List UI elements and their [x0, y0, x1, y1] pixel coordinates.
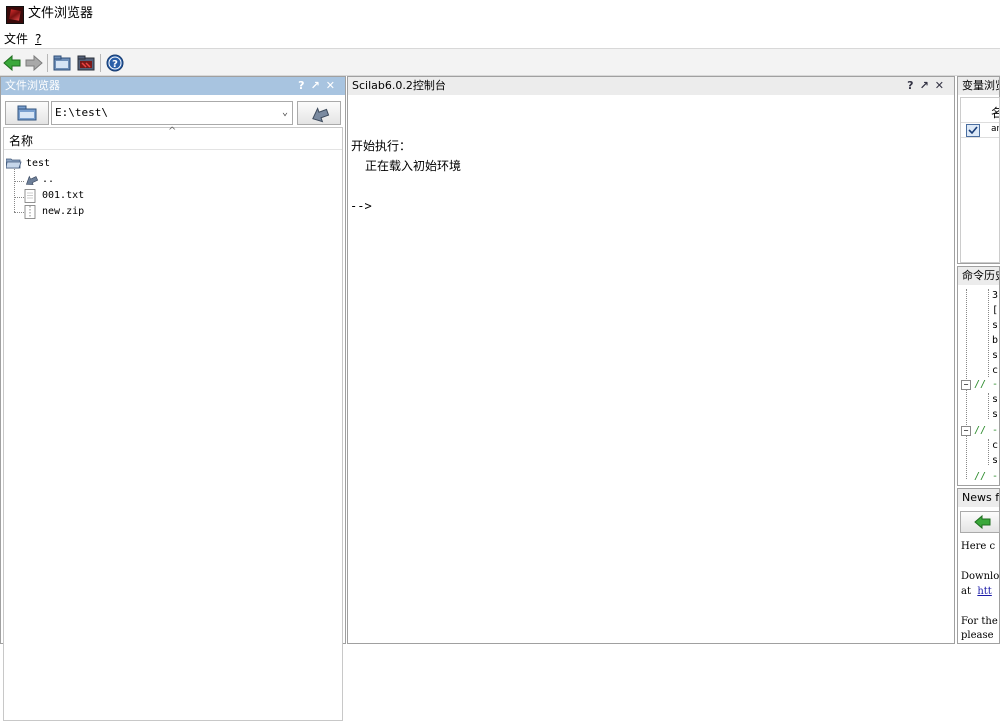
news-line: Here c [961, 541, 996, 552]
file-browser-header: 文件浏览器 ?↗✕ [1, 77, 345, 95]
panel-controls: ?↗✕ [907, 77, 950, 95]
file-browser-icon[interactable] [52, 53, 72, 73]
console-prompt: --> [350, 199, 372, 213]
undock-icon[interactable]: ↗ [311, 79, 326, 92]
news-content: Here c Downlo at htt For the please [958, 535, 999, 643]
close-icon[interactable]: ✕ [326, 79, 341, 92]
variable-browser-title: 变量浏览 [962, 79, 999, 92]
scilab-app-icon [6, 6, 24, 24]
collapse-icon[interactable]: − [961, 380, 971, 390]
variable-browser-header: 变量浏览 [958, 77, 999, 95]
close-icon[interactable]: ✕ [935, 79, 950, 92]
help-icon[interactable]: ? [298, 79, 310, 92]
console-title: Scilab6.0.2控制台 [352, 79, 446, 92]
news-back-button[interactable] [960, 511, 1000, 533]
file-list[interactable]: 名称 ^ test .. 001.txt new.zip [3, 126, 343, 721]
tree-item-label: 001.txt [42, 190, 85, 201]
zip-file-icon [24, 205, 36, 219]
tree-connector [988, 289, 989, 377]
toolbar-separator [100, 54, 101, 72]
tree-connector [14, 197, 24, 198]
forward-icon[interactable] [24, 53, 44, 73]
tree-connector [14, 212, 24, 213]
tree-connector [988, 393, 989, 419]
history-tree[interactable]: 3 [ s b s c − // - s s − // - c s // - [958, 287, 999, 485]
menu-bar: 文件 ? [0, 30, 1000, 48]
table-row[interactable]: an [961, 122, 999, 138]
history-entry[interactable]: s [992, 349, 998, 363]
command-history-title: 命令历史 [962, 269, 999, 282]
parent-folder-button[interactable] [297, 101, 341, 125]
console-icon[interactable] [76, 53, 96, 73]
parent-dir-icon [25, 175, 39, 185]
toolbar: ? [0, 48, 1000, 76]
history-session[interactable]: // - [974, 470, 998, 484]
collapse-icon[interactable]: − [961, 426, 971, 436]
news-line: For the [961, 616, 998, 627]
history-entry[interactable]: c [992, 364, 998, 378]
news-link[interactable]: htt [977, 586, 991, 597]
path-value: E:\test\ [55, 106, 108, 119]
console-line: 正在载入初始环境 [365, 159, 462, 173]
file-browser-panel: 文件浏览器 ?↗✕ E:\test\ ⌄ 名称 ^ test .. 001.tx… [0, 76, 346, 721]
menu-file[interactable]: 文件 [4, 31, 28, 47]
title-bar: 文件浏览器 [0, 0, 1000, 30]
text-file-icon [24, 189, 36, 203]
help-icon[interactable]: ? [105, 53, 125, 73]
history-entry[interactable]: s [992, 408, 998, 422]
window-title: 文件浏览器 [28, 6, 94, 21]
console-header: Scilab6.0.2控制台 ?↗✕ [348, 77, 954, 95]
history-session[interactable]: // - [974, 424, 998, 438]
svg-text:?: ? [112, 59, 118, 70]
chevron-down-icon[interactable]: ⌄ [282, 102, 288, 124]
folder-open-icon [5, 158, 22, 169]
back-icon[interactable] [2, 53, 22, 73]
column-header-name[interactable]: 名 [991, 104, 999, 121]
checkbox-checked-icon[interactable] [966, 124, 980, 137]
help-icon[interactable]: ? [907, 79, 919, 92]
news-feed-title: News f [962, 491, 999, 504]
history-entry[interactable]: s [992, 319, 998, 333]
tree-item-label: new.zip [42, 206, 85, 217]
panel-controls: ?↗✕ [298, 77, 341, 95]
console-line: 开始执行： [351, 139, 412, 153]
news-line: at htt [961, 586, 992, 597]
history-entry[interactable]: 3 [992, 289, 998, 303]
menu-help[interactable]: ? [35, 31, 41, 47]
console-output[interactable]: 开始执行： 正在载入初始环境 --> [348, 95, 954, 643]
tree-item-parent[interactable]: .. [24, 173, 54, 187]
variable-browser-panel: 变量浏览 名 an [957, 76, 1000, 264]
news-line: Downlo [961, 571, 999, 582]
command-history-panel: 命令历史 3 [ s b s c − // - s s − // - c s /… [957, 266, 1000, 486]
tree-item-file[interactable]: new.zip [24, 205, 84, 219]
history-entry[interactable]: b [992, 334, 998, 348]
back-icon [974, 514, 991, 530]
tree-connector [988, 439, 989, 465]
console-panel: Scilab6.0.2控制台 ?↗✕ 开始执行： 正在载入初始环境 --> [347, 76, 955, 644]
news-feed-header: News f [958, 489, 999, 507]
undock-icon[interactable]: ↗ [920, 79, 935, 92]
file-browser-title: 文件浏览器 [5, 79, 60, 92]
history-entry[interactable]: s [992, 393, 998, 407]
tree-connector [14, 181, 24, 182]
news-line: please [961, 630, 994, 641]
tree-item-label: .. [42, 174, 55, 185]
news-feed-panel: News f Here c Downlo at htt For the plea… [957, 488, 1000, 644]
tree-connector [14, 166, 15, 212]
path-combo[interactable]: E:\test\ ⌄ [51, 101, 293, 125]
history-session[interactable]: // - [974, 378, 998, 392]
history-entry[interactable]: c [992, 439, 998, 453]
select-folder-button[interactable] [5, 101, 49, 125]
tree-item-root[interactable]: test [5, 157, 50, 171]
tree-item-label: test [26, 158, 51, 169]
variable-name: an [991, 124, 999, 134]
sort-ascending-icon: ^ [168, 126, 177, 137]
history-entry[interactable]: [ [992, 304, 998, 318]
toolbar-separator [47, 54, 48, 72]
command-history-header: 命令历史 [958, 267, 999, 285]
history-entry[interactable]: s [992, 454, 998, 468]
tree-item-file[interactable]: 001.txt [24, 189, 84, 203]
variable-table[interactable]: 名 an [960, 97, 1000, 263]
